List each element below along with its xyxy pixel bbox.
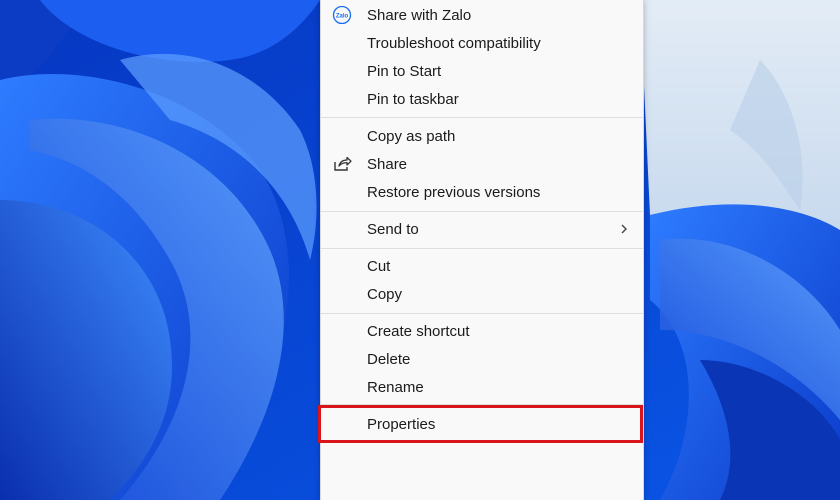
menu-item-label: Share with Zalo: [367, 6, 472, 24]
menu-item-label: Troubleshoot compatibility: [367, 34, 541, 52]
menu-item-pin-to-taskbar[interactable]: Pin to taskbar: [321, 85, 643, 113]
menu-item-send-to[interactable]: Send to: [321, 215, 643, 243]
menu-item-properties[interactable]: Properties: [321, 410, 643, 438]
menu-separator: [321, 117, 643, 118]
menu-item-label: Share: [367, 155, 408, 173]
menu-separator: [321, 313, 643, 314]
menu-separator: [321, 211, 643, 212]
menu-separator: [321, 404, 643, 405]
zalo-icon-text: Zalo: [336, 14, 349, 20]
chevron-right-icon: [619, 221, 629, 237]
menu-item-troubleshoot-compatibility[interactable]: Troubleshoot compatibility: [321, 29, 643, 57]
menu-item-share-with-zalo[interactable]: Zalo Share with Zalo: [321, 1, 643, 29]
menu-item-create-shortcut[interactable]: Create shortcut: [321, 317, 643, 345]
menu-item-label: Pin to Start: [367, 62, 442, 80]
share-icon: [332, 155, 352, 173]
menu-item-label: Copy as path: [367, 127, 456, 145]
menu-item-pin-to-start[interactable]: Pin to Start: [321, 57, 643, 85]
menu-item-share[interactable]: Share: [321, 150, 643, 178]
menu-item-label: Send to: [367, 220, 419, 238]
menu-item-label: Properties: [367, 415, 436, 433]
menu-item-label: Pin to taskbar: [367, 90, 459, 108]
menu-item-rename[interactable]: Rename: [321, 373, 643, 401]
menu-item-label: Copy: [367, 285, 403, 303]
menu-item-copy[interactable]: Copy: [321, 280, 643, 308]
menu-item-label: Rename: [367, 378, 424, 396]
menu-item-restore-previous-versions[interactable]: Restore previous versions: [321, 178, 643, 206]
menu-item-label: Cut: [367, 257, 391, 275]
zalo-icon: Zalo: [332, 5, 352, 25]
menu-item-cut[interactable]: Cut: [321, 252, 643, 280]
context-menu: Zalo Share with Zalo Troubleshoot compatib…: [320, 0, 644, 500]
menu-item-label: Create shortcut: [367, 322, 470, 340]
menu-item-label: Delete: [367, 350, 411, 368]
menu-item-delete[interactable]: Delete: [321, 345, 643, 373]
menu-item-copy-as-path[interactable]: Copy as path: [321, 122, 643, 150]
menu-item-label: Restore previous versions: [367, 183, 541, 201]
menu-separator: [321, 248, 643, 249]
